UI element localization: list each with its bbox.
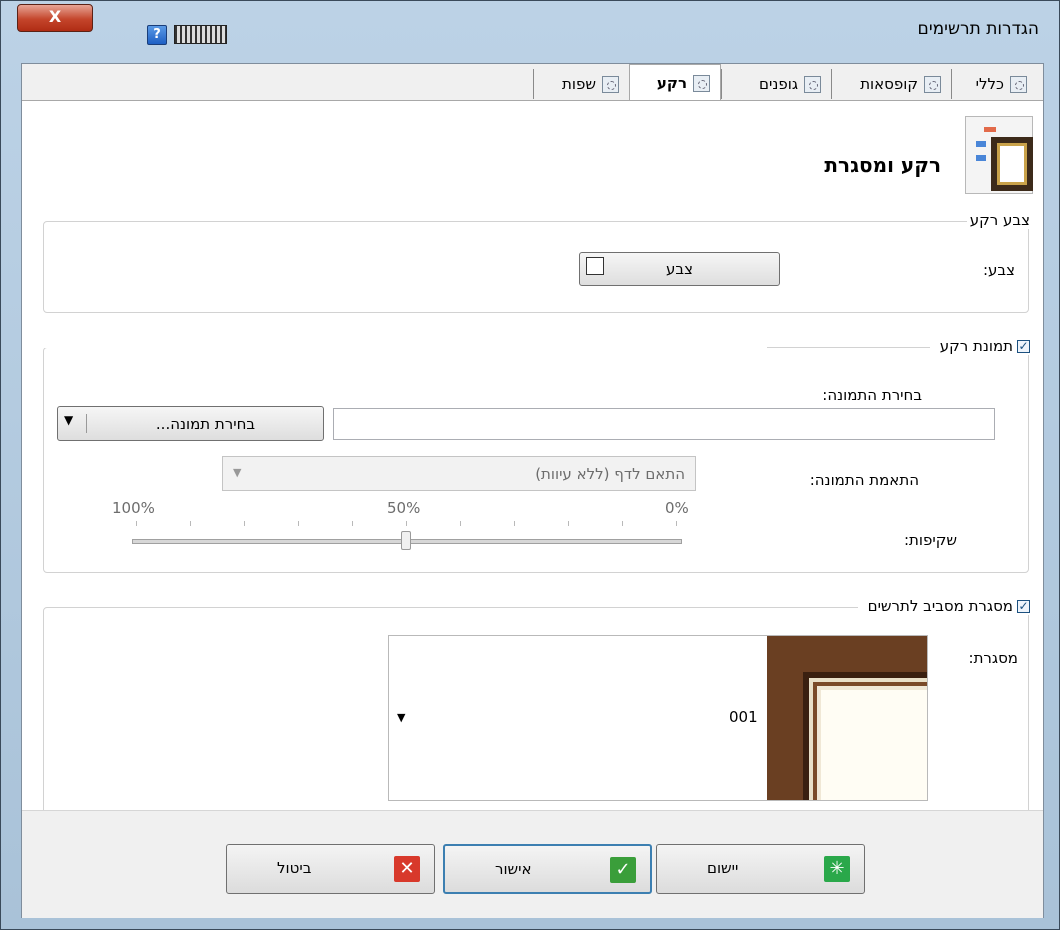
settings-gear-icon [1010, 75, 1027, 93]
frame-value: 001 [729, 708, 758, 726]
dialog-footer: ✳ יישום ✓ אישור ✕ ביטול [22, 810, 1043, 918]
settings-gear-icon [924, 75, 941, 93]
settings-gear-icon [804, 75, 821, 93]
check-icon: ✓ [610, 857, 636, 883]
group-label: מסגרת מסביב לתרשים [867, 597, 1013, 615]
background-image-checkbox[interactable]: ✓ [1017, 339, 1030, 353]
background-color-group [43, 221, 1029, 313]
image-fit-value: התאם לדף (ללא עיוות) [535, 465, 685, 483]
scale-label-mid: 50% [387, 499, 421, 517]
close-icon: ✕ [394, 856, 420, 882]
select-image-button[interactable]: בחירת תמונה... ▼ [57, 406, 324, 441]
slider-thumb[interactable] [401, 531, 411, 550]
settings-gear-icon [602, 75, 619, 93]
tab-background[interactable]: רקע [629, 64, 721, 101]
close-button[interactable]: X [17, 4, 93, 32]
scale-label-max: 100% [112, 499, 155, 517]
color-button-label: צבע [666, 260, 693, 278]
transparency-label: שקיפות: [904, 531, 957, 549]
tab-boxes[interactable]: קופסאות [831, 69, 951, 99]
title-bar: X ? הגדרות תרשימים [1, 1, 1059, 63]
chevron-down-icon: ▼ [233, 466, 242, 479]
background-frame-header-icon [965, 116, 1033, 194]
tab-strip: כללי קופסאות גופנים רקע שפות [22, 64, 1043, 101]
apply-label: יישום [707, 859, 739, 877]
tab-fonts[interactable]: גופנים [721, 69, 831, 99]
apply-icon: ✳ [824, 856, 850, 882]
transparency-slider[interactable] [132, 521, 682, 551]
dialog-content: כללי קופסאות גופנים רקע שפות רקע ומסגרת … [21, 63, 1044, 918]
tab-label: שפות [562, 75, 596, 93]
ok-label: אישור [495, 860, 532, 878]
keyboard-icon[interactable] [174, 25, 227, 44]
frame-label: מסגרת: [968, 649, 1018, 667]
help-icon[interactable]: ? [147, 25, 167, 45]
chart-frame-checkbox[interactable]: ✓ [1017, 599, 1030, 613]
image-fit-select[interactable]: התאם לדף (ללא עיוות) ▼ [222, 456, 696, 491]
image-fit-label: התאמת התמונה: [809, 471, 919, 489]
background-image-legend: ✓ תמונת רקע [929, 337, 1033, 355]
tab-panel-background: רקע ומסגרת צבע רקע צבע: צבע ✓ תמונת רקע … [22, 100, 1043, 811]
tab-label: קופסאות [860, 75, 918, 93]
page-title: רקע ומסגרת [824, 153, 941, 177]
scale-label-min: 0% [665, 499, 689, 517]
color-button[interactable]: צבע [579, 252, 780, 286]
group-label: תמונת רקע [939, 337, 1013, 355]
tab-label: כללי [975, 75, 1004, 93]
dropdown-arrow-icon[interactable]: ▼ [64, 413, 73, 427]
select-image-label: בחירת התמונה: [822, 386, 922, 404]
tab-languages[interactable]: שפות [533, 69, 629, 99]
color-label: צבע: [982, 261, 1015, 279]
group-label: צבע רקע [969, 211, 1030, 229]
settings-dialog: X ? הגדרות תרשימים כללי קופסאות גופנים ר… [0, 0, 1060, 930]
window-title: הגדרות תרשימים [917, 19, 1039, 39]
chart-frame-legend: ✓ מסגרת מסביב לתרשים [857, 597, 1033, 615]
tab-general[interactable]: כללי [951, 69, 1037, 99]
cancel-button[interactable]: ✕ ביטול [226, 844, 435, 894]
frame-select[interactable]: 001 ▼ [388, 635, 928, 801]
background-color-legend: צבע רקע [966, 211, 1033, 229]
apply-button[interactable]: ✳ יישום [656, 844, 865, 894]
picture-frame-icon [991, 137, 1033, 191]
tab-label: רקע [656, 74, 687, 92]
tab-label: גופנים [759, 75, 798, 93]
settings-gear-icon [693, 74, 710, 92]
ok-button[interactable]: ✓ אישור [443, 844, 652, 894]
dropdown-arrow-icon[interactable]: ▼ [397, 711, 405, 724]
select-image-button-label: בחירת תמונה... [155, 415, 256, 433]
frame-preview-image [767, 636, 927, 800]
image-path-input[interactable] [333, 408, 995, 440]
cancel-label: ביטול [277, 859, 312, 877]
